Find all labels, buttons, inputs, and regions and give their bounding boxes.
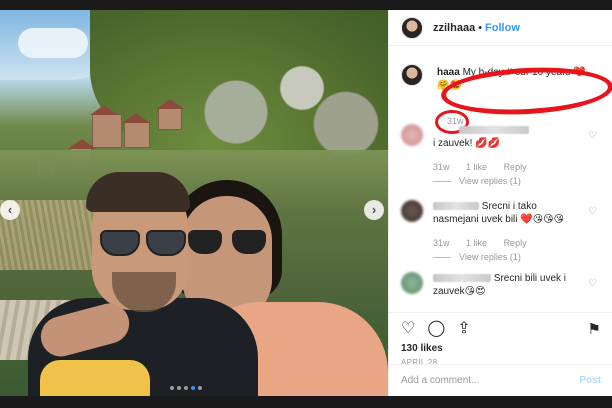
photo-house — [122, 113, 150, 148]
comment-meta: 31w 1 like Reply — [433, 162, 541, 172]
like-comment-icon[interactable]: ♡ — [588, 130, 597, 141]
woman-sunglasses — [188, 230, 268, 254]
add-comment-input[interactable]: Add a comment... — [401, 375, 479, 386]
view-replies-label: View replies (1) — [459, 252, 521, 262]
reply-button[interactable]: Reply — [504, 238, 527, 248]
man-hair — [86, 172, 190, 212]
chevron-left-icon: ‹ — [7, 202, 13, 217]
next-photo-button[interactable]: › — [364, 200, 384, 220]
carousel-dot-active — [191, 386, 195, 390]
instagram-post: ‹ › zzilhaaa • Follow haaa My b-day # ou… — [0, 10, 612, 396]
prev-photo-button[interactable]: ‹ — [0, 200, 20, 220]
heart-icon[interactable]: ♡ — [401, 321, 415, 337]
comment-body: Srecni bili uvek i zauvek😘😍 — [433, 272, 583, 298]
comment-meta: 31w 1 like Reply — [433, 238, 541, 248]
comment-text: i zauvek! 💋💋 — [433, 138, 501, 149]
action-icons-row: ♡ ◯ ⇪ ⚑ — [401, 317, 601, 341]
carousel-dot — [170, 386, 174, 390]
caption-username[interactable]: haaa — [437, 67, 460, 78]
username-link[interactable]: zzilhaaa — [433, 22, 475, 34]
blurred-username — [459, 126, 529, 135]
comment-avatar-blurred[interactable] — [401, 272, 423, 294]
caption-avatar[interactable] — [401, 64, 423, 86]
comment-time[interactable]: 31w — [433, 238, 450, 248]
man-shirt — [40, 360, 150, 396]
comment-body: Srecni i tako nasmejani uvek bili ❤️😘😘😘 — [433, 200, 583, 226]
post-comment-button[interactable]: Post — [579, 375, 601, 386]
post-header: zzilhaaa • Follow — [389, 10, 612, 46]
comment-body: i zauvek! 💋💋 — [433, 124, 583, 150]
photo-cloud — [18, 28, 88, 58]
comment-avatar-blurred[interactable] — [401, 124, 423, 146]
view-replies-link[interactable]: View replies (1) — [433, 252, 521, 262]
carousel-dot — [177, 386, 181, 390]
comment-avatar-blurred[interactable] — [401, 200, 423, 222]
carousel-dot — [198, 386, 202, 390]
post-photo[interactable]: ‹ › — [0, 10, 388, 396]
comment-likes[interactable]: 1 like — [466, 238, 487, 248]
comment-icon[interactable]: ◯ — [427, 321, 445, 337]
comment-time[interactable]: 31w — [433, 162, 450, 172]
view-replies-label: View replies (1) — [459, 176, 521, 186]
blurred-username — [433, 202, 479, 211]
like-comment-icon[interactable]: ♡ — [588, 206, 597, 217]
man-sunglasses — [100, 230, 188, 256]
likes-count[interactable]: 130 likes — [401, 343, 601, 354]
separator-dot: • — [478, 21, 483, 34]
carousel-indicator — [170, 386, 202, 390]
follow-button[interactable]: Follow — [485, 22, 520, 34]
blurred-username — [433, 274, 491, 283]
post-side-panel: zzilhaaa • Follow haaa My b-day # our 10… — [388, 10, 612, 396]
share-icon[interactable]: ⇪ — [457, 321, 470, 337]
reply-button[interactable]: Reply — [504, 162, 527, 172]
view-replies-link[interactable]: View replies (1) — [433, 176, 521, 186]
photo-house — [156, 99, 184, 130]
avatar[interactable] — [401, 16, 423, 39]
photo-trees — [170, 40, 388, 160]
chevron-right-icon: › — [371, 202, 377, 217]
comment-likes[interactable]: 1 like — [466, 162, 487, 172]
add-comment-bar: Add a comment... Post — [389, 364, 612, 396]
comments-list[interactable]: haaa My b-day # our 10 years ❤️ 🤗🤩 31w i… — [389, 46, 612, 314]
carousel-dot — [184, 386, 188, 390]
photo-house — [90, 105, 122, 148]
post-actions: ♡ ◯ ⇪ ⚑ 130 likes APRIL 28 — [389, 312, 612, 367]
bookmark-icon[interactable]: ⚑ — [588, 322, 601, 337]
like-comment-icon[interactable]: ♡ — [588, 278, 597, 289]
